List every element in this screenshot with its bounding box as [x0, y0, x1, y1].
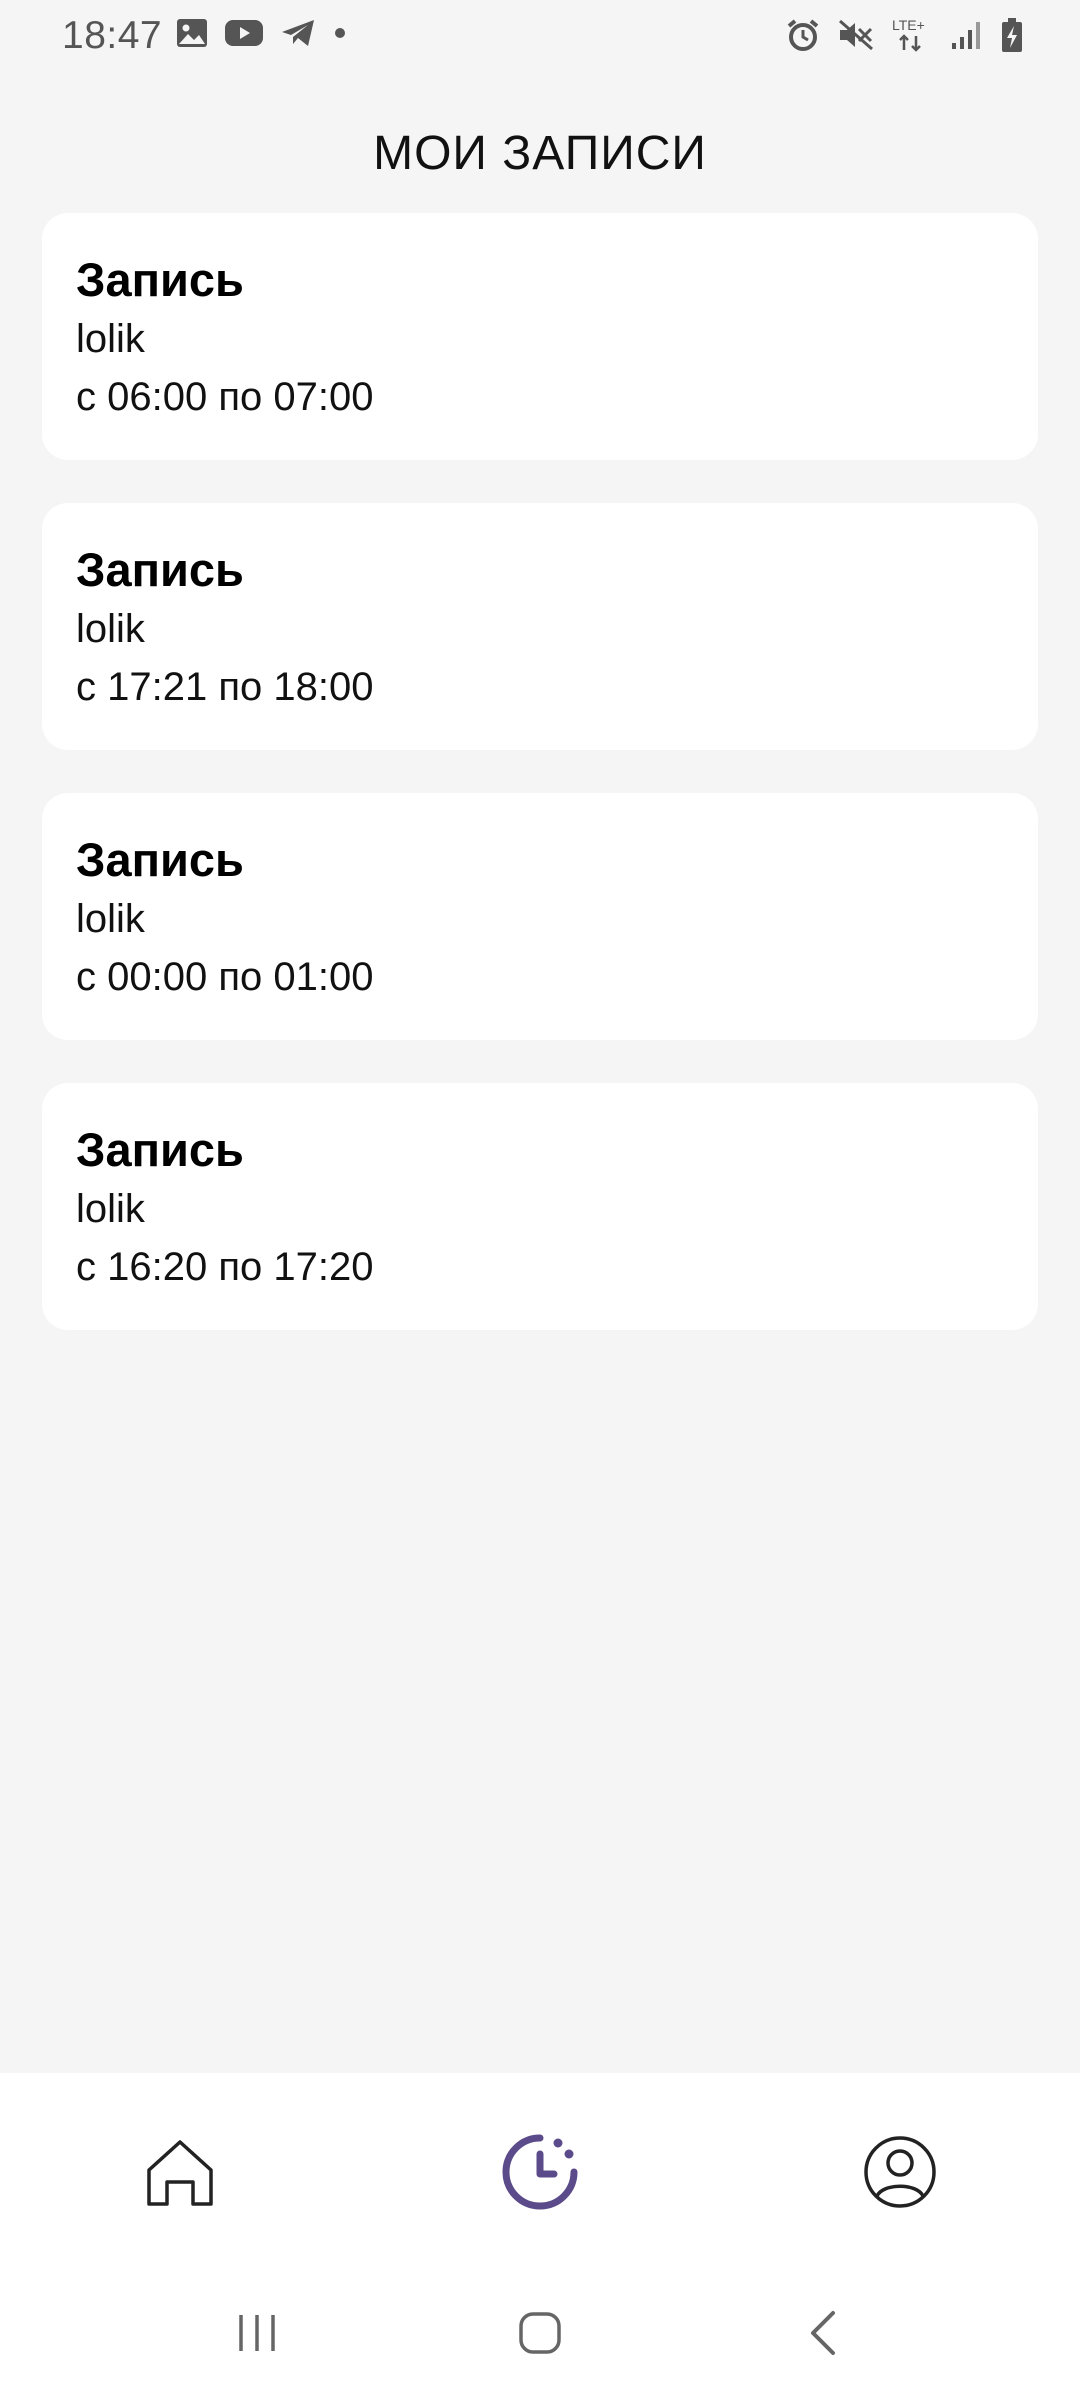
record-title: Запись [76, 253, 244, 306]
record-time: с 00:00 по 01:00 [76, 955, 374, 999]
telegram-icon [280, 18, 316, 48]
gallery-icon [176, 18, 208, 48]
mute-icon [838, 19, 874, 51]
status-bar: 18:47 LTE+ [0, 0, 1080, 76]
system-home-button[interactable] [500, 2293, 580, 2373]
record-name: lolik [76, 1187, 145, 1231]
signal-icon [950, 19, 982, 51]
record-card[interactable]: Запись lolik с 17:21 по 18:00 [42, 503, 1038, 750]
record-title: Запись [76, 833, 244, 886]
record-time: с 17:21 по 18:00 [76, 665, 374, 709]
profile-icon [864, 2136, 936, 2208]
recents-icon [239, 2315, 275, 2351]
network-label: LTE+ [892, 17, 925, 33]
record-card[interactable]: Запись lolik с 00:00 по 01:00 [42, 793, 1038, 1040]
status-notification-icons [176, 18, 348, 48]
tab-records[interactable] [500, 2132, 580, 2212]
clock-icon [502, 2134, 578, 2210]
record-name: lolik [76, 607, 145, 651]
recents-button[interactable] [217, 2293, 297, 2373]
record-title: Запись [76, 543, 244, 596]
lte-icon: LTE+ [892, 16, 932, 54]
home-circle-icon [519, 2312, 561, 2354]
back-icon [811, 2311, 835, 2355]
back-button[interactable] [783, 2293, 863, 2373]
record-card[interactable]: Запись lolik с 16:20 по 17:20 [42, 1083, 1038, 1330]
home-icon [147, 2140, 213, 2206]
page-title: МОИ ЗАПИСИ [373, 127, 707, 180]
system-nav-bar [0, 2263, 1080, 2400]
youtube-icon [224, 18, 264, 48]
tab-home[interactable] [140, 2132, 220, 2212]
record-name: lolik [76, 317, 145, 361]
record-card[interactable]: Запись lolik с 06:00 по 07:00 [42, 213, 1038, 460]
record-name: lolik [76, 897, 145, 941]
battery-icon [1000, 17, 1024, 53]
bottom-tab-bar [0, 2073, 1080, 2263]
record-title: Запись [76, 1123, 244, 1176]
alarm-icon [786, 18, 820, 52]
dot-icon [332, 25, 348, 41]
tab-profile[interactable] [860, 2132, 940, 2212]
record-time: с 16:20 по 17:20 [76, 1245, 374, 1289]
status-system-icons: LTE+ [786, 16, 1024, 54]
record-time: с 06:00 по 07:00 [76, 375, 374, 419]
records-list: Запись lolik с 06:00 по 07:00 Запись lol… [42, 213, 1038, 1373]
status-time: 18:47 [62, 14, 163, 57]
